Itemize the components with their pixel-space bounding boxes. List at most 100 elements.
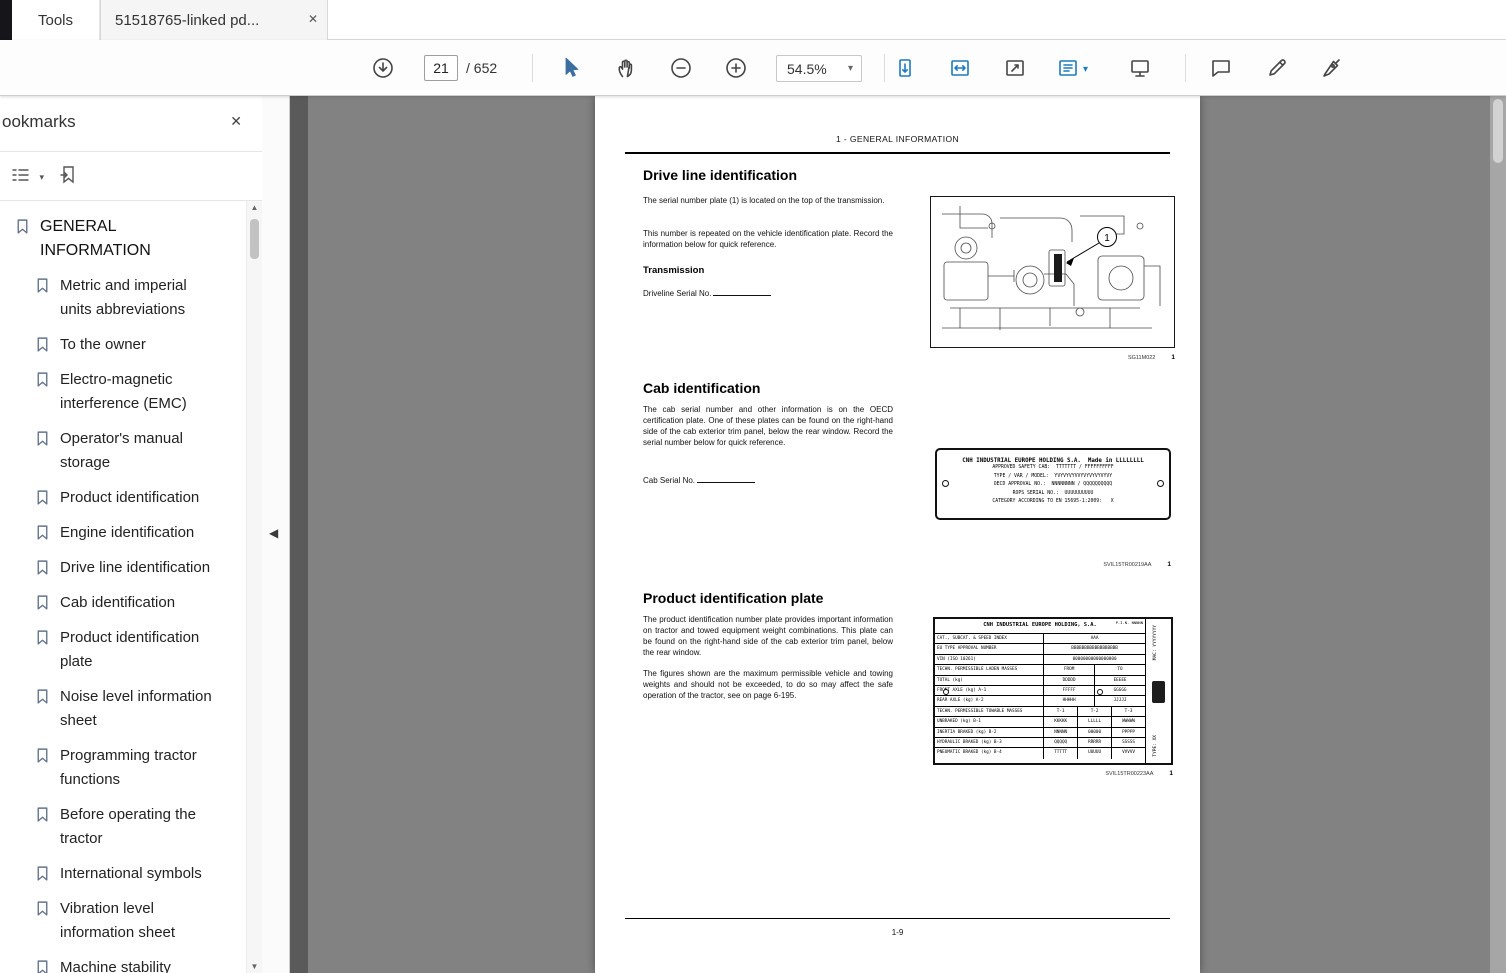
zoom-in-button[interactable] (724, 56, 748, 80)
bookmark-icon (37, 595, 48, 610)
bookmark-item-international-symbols[interactable]: International symbols (0, 862, 246, 886)
read-mode-button[interactable] (1128, 56, 1152, 80)
pdf-viewer-window: Tools 51518765-linked pd... ✕ / 652 54.5… (0, 0, 1506, 973)
panel-splitter[interactable]: ◀ (262, 96, 290, 973)
bookmark-item-to-the-owner[interactable]: To the owner (0, 333, 246, 357)
bookmark-item-engine-identification[interactable]: Engine identification (0, 521, 246, 545)
toolbar-separator (1185, 54, 1186, 82)
bookmark-icon (37, 748, 48, 763)
bookmark-icon (37, 525, 48, 540)
bookmark-item-cab-identification[interactable]: Cab identification (0, 591, 246, 615)
zoom-out-icon (671, 58, 691, 78)
plate-mac: MAC: YYYYYYYY (1153, 625, 1158, 661)
plate-row: UNBRAKED (kg) B-1 KKKKK LLLLL WWWWW (935, 717, 1145, 728)
figure-transmission: 1 (930, 196, 1175, 348)
document-tab-label: 51518765-linked pd... (115, 11, 260, 29)
paragraph: The product identification number plate … (643, 615, 893, 657)
bookmark-item-emc[interactable]: Electro-magnetic interference (EMC) (0, 368, 246, 416)
section-heading-drive-line: Drive line identification (643, 167, 798, 183)
scroll-up-icon[interactable]: ▲ (247, 203, 262, 212)
chevron-down-icon[interactable]: ▾ (1083, 64, 1088, 75)
bookmark-icon (37, 807, 48, 822)
fullscreen-icon (1006, 60, 1024, 76)
running-header: 1 - GENERAL INFORMATION (835, 134, 960, 144)
footer-rule (625, 918, 1170, 919)
go-to-current-bookmark-button[interactable] (58, 164, 84, 190)
plate-type: TYPE: XX (1153, 735, 1158, 757)
blank-line (697, 476, 756, 483)
zoom-out-button[interactable] (669, 56, 693, 80)
document-page: 1 - GENERAL INFORMATION Drive line ident… (595, 96, 1200, 973)
page-view-options-icon (1059, 60, 1077, 76)
fill-sign-button[interactable] (1319, 56, 1343, 80)
select-tool-button[interactable] (559, 56, 583, 80)
canvas-gutter (290, 96, 308, 973)
bookmark-icon (37, 866, 48, 881)
bookmark-item-metric-imperial[interactable]: Metric and imperial units abbreviations (0, 274, 246, 322)
plate-row: CAT., SUBCAT. & SPEED INDEX AAA (935, 634, 1145, 645)
chevron-down-icon: ▾ (39, 172, 44, 182)
plate-side-strip: MAC: YYYYYYYY TYPE: XX (1145, 619, 1171, 763)
zoom-in-icon (726, 58, 746, 78)
scrollbar-thumb[interactable] (250, 219, 259, 259)
collapse-panel-icon[interactable]: ◀ (269, 526, 278, 540)
bookmarks-panel-header: ookmarks ✕ (0, 96, 262, 152)
figure-callout: 1 (1104, 233, 1110, 244)
close-tab-icon[interactable]: ✕ (308, 12, 318, 26)
bookmarks-panel-toolbar: ▾ (0, 152, 262, 201)
page-number-input[interactable] (424, 55, 458, 81)
fit-one-page-button[interactable] (893, 56, 917, 80)
highlight-button[interactable] (1265, 56, 1289, 80)
section-heading-product-plate: Product identification plate (643, 590, 824, 606)
cab-serial-field: Cab Serial No. (643, 476, 756, 485)
scroll-down-icon[interactable]: ▼ (247, 962, 262, 971)
plate-maker: CNH INDUSTRIAL EUROPE HOLDING, S.A. (983, 622, 1097, 628)
tab-tools[interactable]: Tools (12, 0, 100, 40)
figure-caption: SVIL15TR00219AA 1 (1103, 561, 1171, 568)
close-panel-icon[interactable]: ✕ (230, 113, 242, 130)
bookmark-item-programming-functions[interactable]: Programming tractor functions (0, 744, 246, 792)
zoom-level-select[interactable]: 54.5% ▾ (776, 55, 862, 82)
bookmark-item-manual-storage[interactable]: Operator's manual storage (0, 427, 246, 475)
bookmark-locate-icon (60, 166, 74, 184)
bookmark-item-drive-line-identification[interactable]: Drive line identification (0, 556, 246, 580)
document-scrollbar[interactable] (1490, 96, 1506, 973)
page-view-options-button[interactable] (1056, 56, 1080, 80)
comment-button[interactable] (1209, 56, 1233, 80)
tab-document[interactable]: 51518765-linked pd... ✕ (100, 0, 328, 40)
bookmark-item-general-information[interactable]: GENERAL INFORMATION (0, 215, 246, 263)
bookmark-item-before-operating[interactable]: Before operating the tractor (0, 803, 246, 851)
bookmark-icon (37, 630, 48, 645)
plate-pin: P.I.N. NNNNN (1115, 620, 1143, 625)
bookmark-item-vibration-level[interactable]: Vibration level information sheet (0, 897, 246, 945)
bookmark-icon (37, 431, 48, 446)
bookmark-icon (37, 337, 48, 352)
section-heading-cab: Cab identification (643, 380, 761, 396)
paragraph: The figures shown are the maximum permis… (643, 669, 893, 700)
figure-caption: SVIL15TR00223AA 1 (1105, 770, 1173, 777)
bookmark-item-machine-stability[interactable]: Machine stability (0, 956, 246, 973)
bookmark-item-product-identification[interactable]: Product identification (0, 486, 246, 510)
bookmark-icon (37, 560, 48, 575)
bookmark-list: GENERAL INFORMATION Metric and imperial … (0, 201, 246, 973)
document-canvas: 1 - GENERAL INFORMATION Drive line ident… (290, 96, 1506, 973)
bookmark-item-noise-level[interactable]: Noise level information sheet (0, 685, 246, 733)
plate-row: FRONT AXLE (kg) A-1 FFFFF GGGGG (935, 685, 1145, 697)
plate-row: INERTIA BRAKED (kg) B-2 NNNNN 00000 PPPPP (935, 727, 1145, 738)
fullscreen-button[interactable] (1003, 56, 1027, 80)
plate-row: TECHN. PERMISSIBLE TOWABLE MASSES T-1 T-2 T… (935, 706, 1145, 718)
fit-width-button[interactable] (948, 56, 972, 80)
download-button[interactable] (371, 56, 395, 80)
chevron-down-icon: ▾ (847, 63, 853, 74)
bookmarks-scrollbar[interactable]: ▲ ▼ (246, 201, 262, 973)
bookmark-options-button[interactable]: ▾ (10, 164, 44, 190)
hand-tool-button[interactable] (614, 56, 638, 80)
hand-tool-icon (618, 59, 633, 78)
plate-hole (1157, 480, 1164, 487)
bookmark-item-product-id-plate[interactable]: Product identification plate (0, 626, 246, 674)
plate-hole (942, 480, 949, 487)
pencil-icon (1269, 59, 1286, 76)
scrollbar-thumb[interactable] (1493, 99, 1503, 163)
brand-logo (1152, 681, 1165, 703)
options-list-icon (12, 169, 29, 181)
